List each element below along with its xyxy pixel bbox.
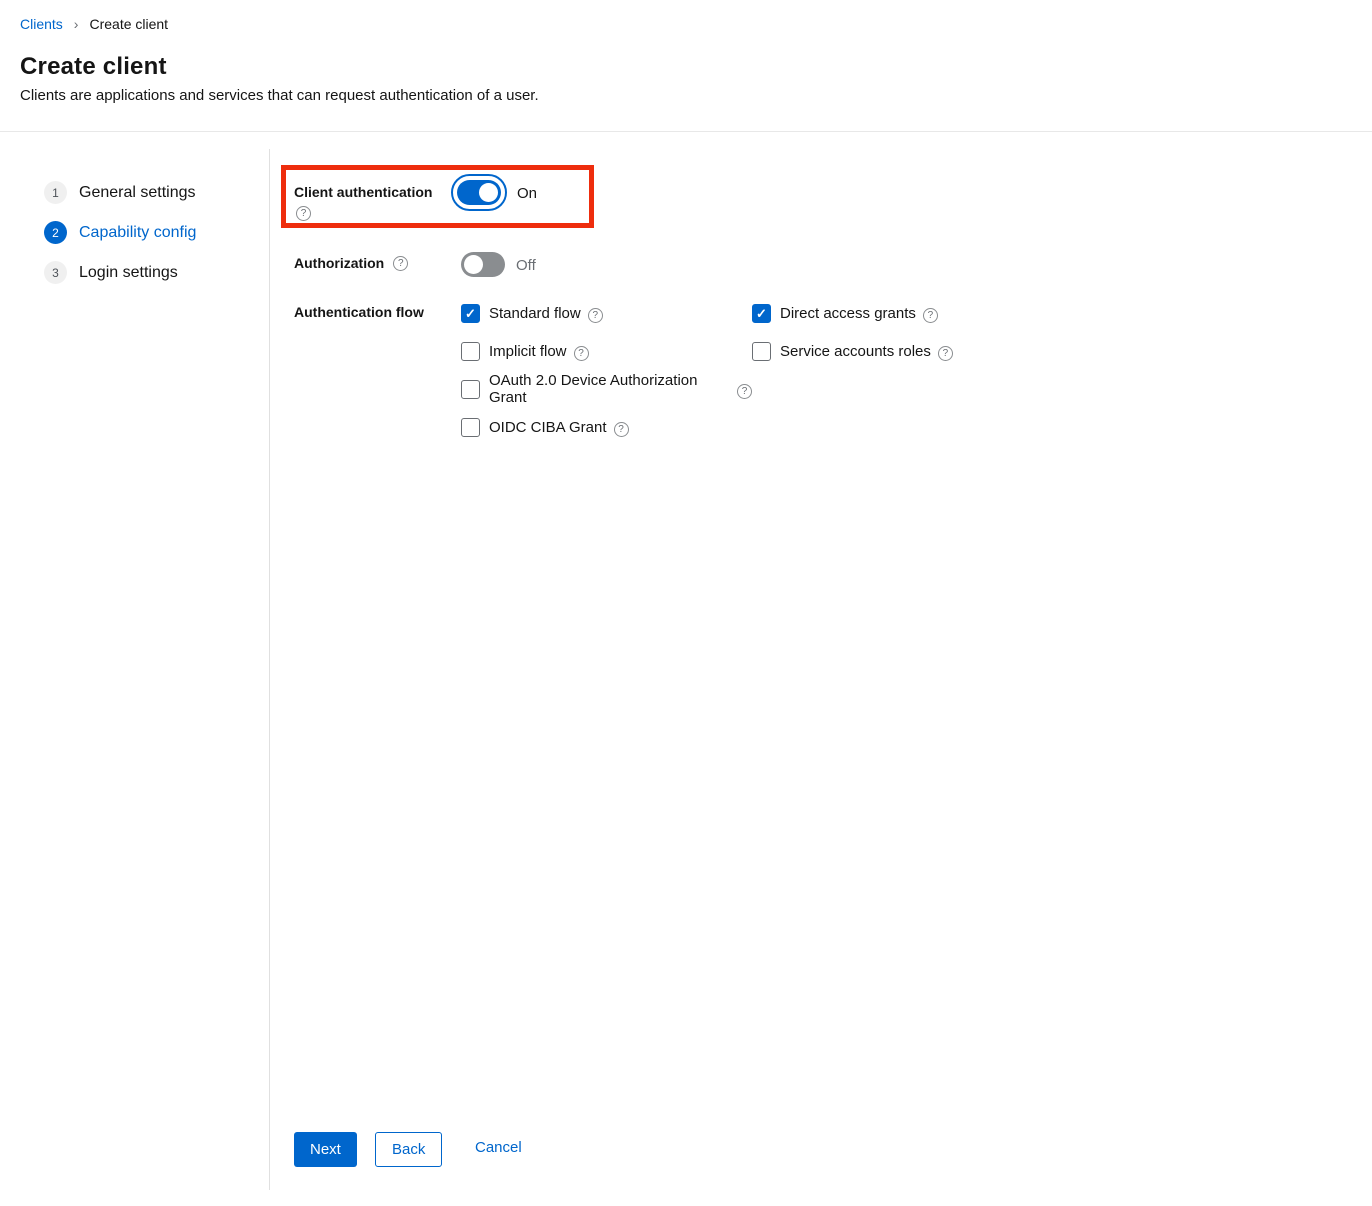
- help-icon[interactable]: ?: [588, 308, 603, 323]
- authentication-flow-options: ✓ Standard flow ? ✓ Direct access grants…: [461, 303, 953, 437]
- breadcrumb-link-clients[interactable]: Clients: [20, 16, 63, 32]
- page-title: Create client: [20, 53, 167, 81]
- wizard-nav: 1 General settings 2 Capability config 3…: [44, 181, 196, 301]
- toggle-knob: [479, 183, 498, 202]
- option-oidc-ciba-grant[interactable]: ✓ OIDC CIBA Grant ?: [461, 417, 752, 437]
- page-subtitle: Clients are applications and services th…: [20, 87, 539, 104]
- help-icon[interactable]: ?: [614, 422, 629, 437]
- option-label: Service accounts roles: [780, 343, 931, 360]
- authorization-toggle[interactable]: [461, 252, 505, 277]
- breadcrumb-current: Create client: [89, 16, 168, 32]
- breadcrumb-separator-icon: ›: [74, 17, 79, 31]
- help-icon[interactable]: ?: [393, 256, 408, 271]
- authentication-flow-label: Authentication flow: [294, 304, 424, 320]
- step-label: Capability config: [79, 224, 196, 242]
- step-label: Login settings: [79, 264, 178, 282]
- oauth-device-grant-checkbox[interactable]: ✓: [461, 380, 480, 399]
- option-label: Direct access grants: [780, 305, 916, 322]
- help-icon[interactable]: ?: [296, 206, 311, 221]
- client-authentication-label: Client authentication: [294, 184, 432, 200]
- next-button[interactable]: Next: [294, 1132, 357, 1167]
- content-divider: [269, 149, 270, 1190]
- option-label: Standard flow: [489, 305, 581, 322]
- option-standard-flow[interactable]: ✓ Standard flow ?: [461, 303, 752, 323]
- service-accounts-roles-checkbox[interactable]: ✓: [752, 342, 771, 361]
- authorization-state: Off: [516, 257, 536, 274]
- help-icon[interactable]: ?: [737, 384, 752, 399]
- step-number-badge: 2: [44, 221, 67, 244]
- option-label: OAuth 2.0 Device Authorization Grant: [489, 372, 730, 406]
- implicit-flow-checkbox[interactable]: ✓: [461, 342, 480, 361]
- check-icon: ✓: [465, 307, 476, 320]
- check-icon: ✓: [756, 307, 767, 320]
- authorization-label: Authorization: [294, 255, 384, 271]
- cancel-button[interactable]: Cancel: [475, 1139, 522, 1156]
- wizard-step-capability-config[interactable]: 2 Capability config: [44, 221, 196, 244]
- wizard-step-general-settings[interactable]: 1 General settings: [44, 181, 196, 204]
- back-button[interactable]: Back: [375, 1132, 442, 1167]
- toggle-knob: [464, 255, 483, 274]
- help-icon[interactable]: ?: [938, 346, 953, 361]
- help-icon[interactable]: ?: [923, 308, 938, 323]
- header-divider: [0, 131, 1372, 132]
- oidc-ciba-grant-checkbox[interactable]: ✓: [461, 418, 480, 437]
- wizard-step-login-settings[interactable]: 3 Login settings: [44, 261, 196, 284]
- client-authentication-toggle[interactable]: [457, 180, 501, 205]
- client-authentication-state: On: [517, 185, 537, 202]
- step-label: General settings: [79, 184, 196, 202]
- help-icon[interactable]: ?: [574, 346, 589, 361]
- option-direct-access-grants[interactable]: ✓ Direct access grants ?: [752, 303, 953, 323]
- option-label: Implicit flow: [489, 343, 567, 360]
- step-number-badge: 1: [44, 181, 67, 204]
- step-number-badge: 3: [44, 261, 67, 284]
- toggle-focus-ring: [451, 174, 507, 211]
- standard-flow-checkbox[interactable]: ✓: [461, 304, 480, 323]
- option-oauth-device-grant[interactable]: ✓ OAuth 2.0 Device Authorization Grant ?: [461, 379, 752, 399]
- option-label: OIDC CIBA Grant: [489, 419, 607, 436]
- option-service-accounts-roles[interactable]: ✓ Service accounts roles ?: [752, 341, 953, 361]
- option-implicit-flow[interactable]: ✓ Implicit flow ?: [461, 341, 752, 361]
- direct-access-grants-checkbox[interactable]: ✓: [752, 304, 771, 323]
- breadcrumb: Clients › Create client: [20, 16, 168, 32]
